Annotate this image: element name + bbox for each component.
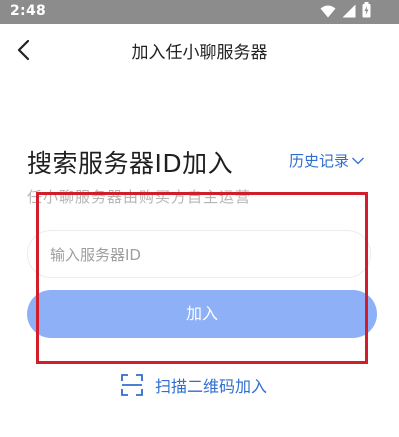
status-icons bbox=[320, 2, 371, 22]
server-id-field bbox=[27, 230, 371, 279]
nav-bar: 加入任小聊服务器 bbox=[0, 24, 399, 76]
scan-label: 扫描二维码加入 bbox=[155, 377, 268, 396]
search-heading: 搜索服务器ID加入 bbox=[27, 149, 234, 178]
join-button[interactable]: 加入 bbox=[27, 290, 377, 338]
history-button[interactable]: 历史记录 bbox=[289, 150, 365, 171]
battery-icon bbox=[362, 2, 371, 22]
wifi-icon bbox=[320, 3, 336, 22]
status-time: 2:48 bbox=[10, 3, 47, 19]
subtitle: 任小聊服务器由购买方自主运营 bbox=[27, 188, 252, 206]
scan-qr-join-button[interactable]: 扫描二维码加入 bbox=[121, 373, 267, 397]
chevron-down-icon bbox=[352, 157, 364, 164]
status-bar: 2:48 bbox=[0, 0, 399, 24]
signal-icon bbox=[342, 3, 356, 22]
page-title: 加入任小聊服务器 bbox=[131, 43, 268, 63]
history-label: 历史记录 bbox=[289, 152, 350, 170]
server-id-input[interactable] bbox=[48, 231, 352, 279]
scan-icon bbox=[121, 374, 143, 396]
